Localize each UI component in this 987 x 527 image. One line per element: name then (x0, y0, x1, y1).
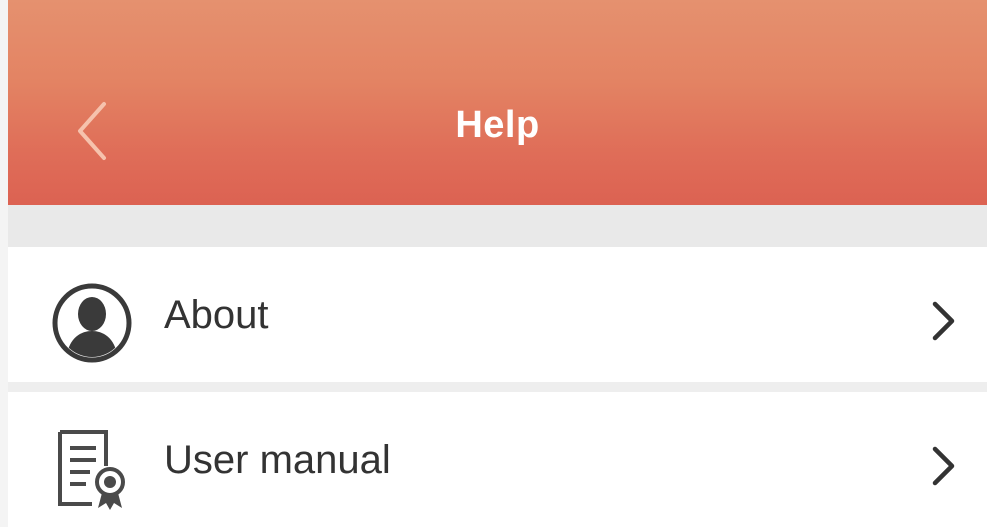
list-item-user-manual[interactable]: User manual (8, 392, 987, 527)
page-title: Help (455, 104, 540, 146)
section-spacer (8, 205, 987, 247)
list-item-label: About (164, 293, 269, 337)
list-item-about[interactable]: About (8, 247, 987, 382)
chevron-right-icon (932, 301, 955, 341)
chevron-right-icon (932, 446, 955, 486)
help-menu-list: About User manual (8, 247, 987, 527)
list-item-label: User manual (164, 438, 391, 482)
user-silhouette-icon (52, 283, 132, 363)
help-screen: Help About User manual (0, 0, 987, 527)
app-header: Help (8, 0, 987, 205)
document-certificate-icon (58, 430, 125, 510)
list-divider (8, 382, 987, 392)
